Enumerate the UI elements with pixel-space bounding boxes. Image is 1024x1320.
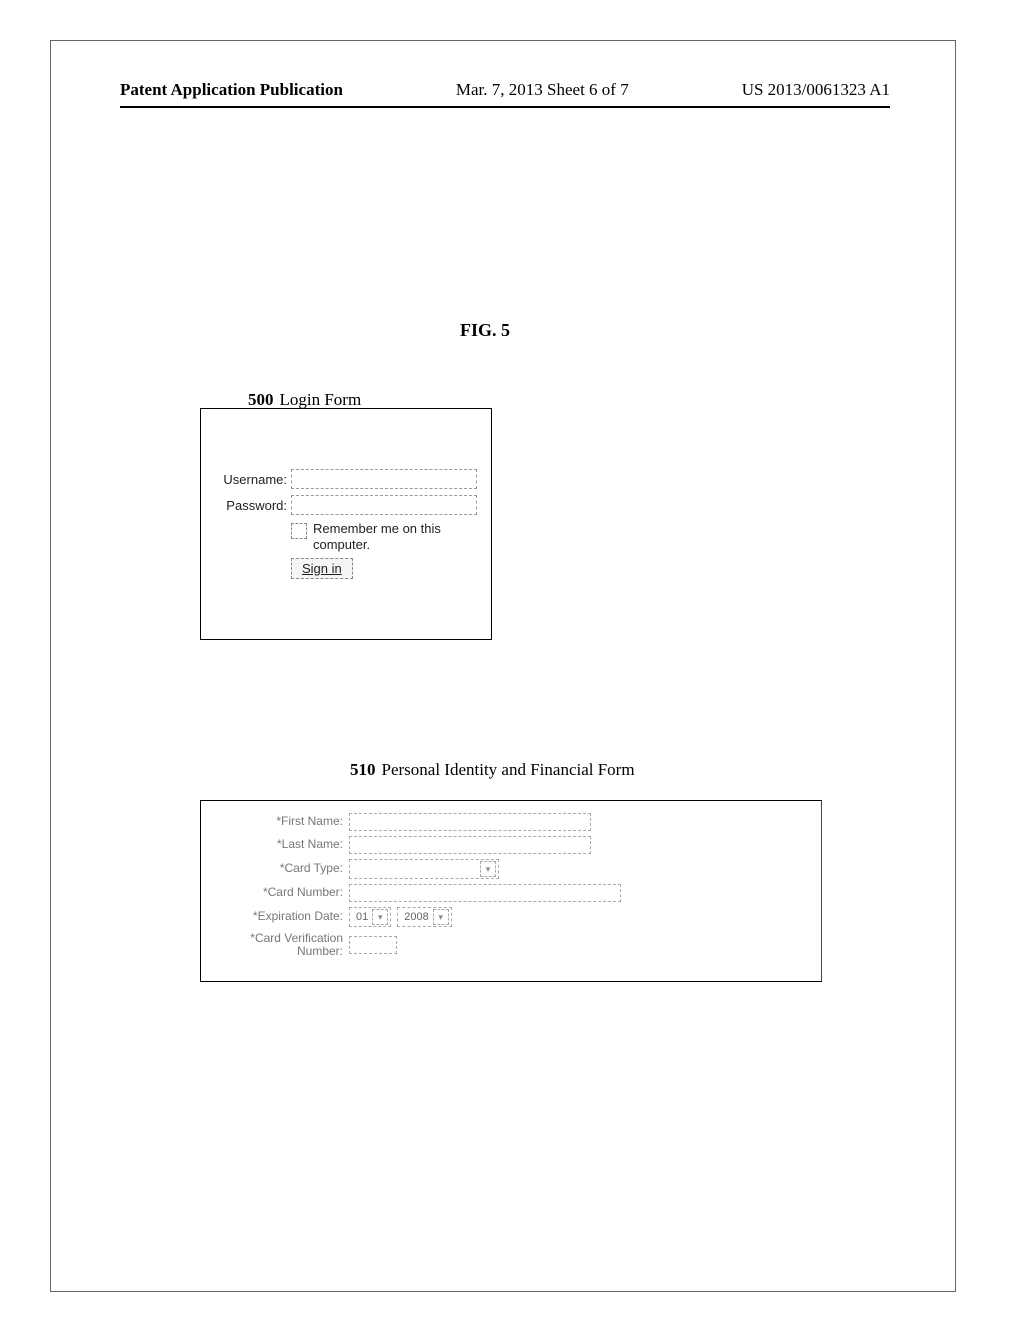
financial-form: *First Name: *Last Name: *Card Type: ▾ *…	[201, 801, 821, 969]
cvn-input[interactable]	[349, 936, 397, 954]
figure-label: FIG. 5	[460, 320, 510, 341]
exp-month-value: 01	[352, 911, 372, 923]
financial-ref-title: Personal Identity and Financial Form	[382, 760, 635, 779]
card-type-label: *Card Type:	[215, 862, 349, 875]
signin-wrap: Sign in	[291, 558, 477, 579]
card-number-input[interactable]	[349, 884, 621, 902]
card-number-row: *Card Number:	[215, 884, 807, 902]
login-form-reference: 500 Login Form	[248, 390, 361, 410]
signin-button[interactable]: Sign in	[291, 558, 353, 579]
username-row: Username:	[215, 469, 477, 489]
cvn-label: *Card Verification Number:	[215, 932, 349, 958]
remember-row: Remember me on this computer.	[291, 521, 477, 554]
page-header: Patent Application Publication Mar. 7, 2…	[120, 80, 890, 100]
card-type-row: *Card Type: ▾	[215, 859, 807, 879]
last-name-input[interactable]	[349, 836, 591, 854]
first-name-row: *First Name:	[215, 813, 807, 831]
chevron-down-icon: ▾	[372, 909, 388, 925]
remember-checkbox[interactable]	[291, 523, 307, 539]
financial-ref-number: 510	[350, 760, 376, 779]
financial-form-reference: 510 Personal Identity and Financial Form	[350, 760, 635, 780]
password-row: Password:	[215, 495, 477, 515]
card-type-select[interactable]: ▾	[349, 859, 499, 879]
remember-label: Remember me on this computer.	[313, 521, 477, 554]
financial-form-box: *First Name: *Last Name: *Card Type: ▾ *…	[200, 800, 822, 982]
last-name-label: *Last Name:	[215, 838, 349, 851]
chevron-down-icon: ▾	[480, 861, 496, 877]
login-form-box: Username: Password: Remember me on this …	[200, 408, 492, 640]
header-rule	[120, 106, 890, 108]
first-name-label: *First Name:	[215, 815, 349, 828]
publication-number: US 2013/0061323 A1	[742, 80, 890, 100]
publication-label: Patent Application Publication	[120, 80, 343, 100]
exp-year-value: 2008	[400, 911, 432, 923]
expiration-label: *Expiration Date:	[215, 910, 349, 923]
cvn-row: *Card Verification Number:	[215, 932, 807, 958]
username-input[interactable]	[291, 469, 477, 489]
login-ref-number: 500	[248, 390, 274, 409]
login-form: Username: Password: Remember me on this …	[201, 409, 491, 589]
last-name-row: *Last Name:	[215, 836, 807, 854]
card-number-label: *Card Number:	[215, 886, 349, 899]
username-label: Username:	[215, 472, 291, 487]
page-border	[50, 40, 956, 1292]
chevron-down-icon: ▾	[433, 909, 449, 925]
exp-year-select[interactable]: 2008 ▾	[397, 907, 451, 927]
exp-month-select[interactable]: 01 ▾	[349, 907, 391, 927]
password-label: Password:	[215, 498, 291, 513]
password-input[interactable]	[291, 495, 477, 515]
expiration-row: *Expiration Date: 01 ▾ 2008 ▾	[215, 907, 807, 927]
publication-date-sheet: Mar. 7, 2013 Sheet 6 of 7	[343, 80, 742, 100]
first-name-input[interactable]	[349, 813, 591, 831]
login-ref-title: Login Form	[280, 390, 362, 409]
